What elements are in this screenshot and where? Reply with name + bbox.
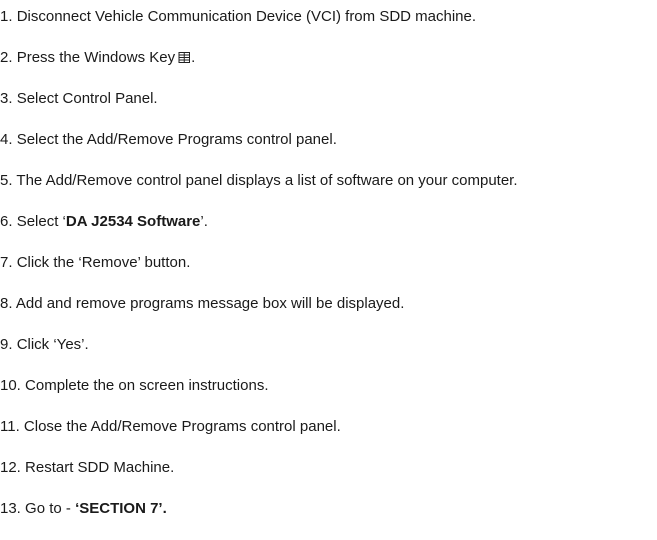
step-1: 1. Disconnect Vehicle Communication Devi… <box>0 7 657 48</box>
step-text: Restart SDD Machine. <box>25 459 175 476</box>
step-number: 5. <box>0 172 13 189</box>
step-number: 11. <box>0 418 20 435</box>
step-number: 1. <box>0 8 13 25</box>
step-number: 6. <box>0 213 13 230</box>
step-8: 8. Add and remove programs message box w… <box>0 294 657 335</box>
step-7: 7. Click the ‘Remove’ button. <box>0 253 657 294</box>
step-text: Complete the on screen instructions. <box>25 377 269 394</box>
step-number: 12. <box>0 459 21 476</box>
windows-key-icon <box>178 51 191 64</box>
step-text: Select the Add/Remove Programs control p… <box>16 131 337 148</box>
step-number: 3. <box>0 90 13 107</box>
section-reference: ‘SECTION 7’. <box>75 500 167 517</box>
step-number: 9. <box>0 336 13 353</box>
step-text: Go to - <box>25 500 76 517</box>
step-2: 2. Press the Windows Key. <box>0 48 657 89</box>
step-number: 4. <box>0 131 13 148</box>
step-number: 10. <box>0 377 21 394</box>
step-text: Press the Windows Key <box>16 49 176 66</box>
instruction-steps: 1. Disconnect Vehicle Communication Devi… <box>0 7 657 540</box>
step-5: 5. The Add/Remove control panel displays… <box>0 171 657 212</box>
step-number: 2. <box>0 49 13 66</box>
step-13: 13. Go to - ‘SECTION 7’. <box>0 499 657 540</box>
step-4: 4. Select the Add/Remove Programs contro… <box>0 130 657 171</box>
step-text: Add and remove programs message box will… <box>15 295 405 312</box>
step-11: 11. Close the Add/Remove Programs contro… <box>0 417 657 458</box>
step-10: 10. Complete the on screen instructions. <box>0 376 657 417</box>
step-3: 3. Select Control Panel. <box>0 89 657 130</box>
step-text: Click the ‘Remove’ button. <box>16 254 191 271</box>
step-text: The Add/Remove control panel displays a … <box>16 172 518 189</box>
step-12: 12. Restart SDD Machine. <box>0 458 657 499</box>
step-number: 8. <box>0 295 13 312</box>
software-name: DA J2534 Software <box>65 213 201 230</box>
step-number: 13. <box>0 500 21 517</box>
step-text: Disconnect Vehicle Communication Device … <box>16 8 477 25</box>
step-text: Select Control Panel. <box>16 90 158 107</box>
step-6: 6. Select ‘DA J2534 Software’. <box>0 212 657 253</box>
step-text: Select ‘ <box>16 213 66 230</box>
step-number: 7. <box>0 254 13 271</box>
step-suffix: ’. <box>200 213 208 230</box>
step-text: Click ‘Yes’. <box>16 336 89 353</box>
step-9: 9. Click ‘Yes’. <box>0 335 657 376</box>
step-text: Close the Add/Remove Programs control pa… <box>23 418 341 435</box>
step-suffix: . <box>191 49 196 66</box>
